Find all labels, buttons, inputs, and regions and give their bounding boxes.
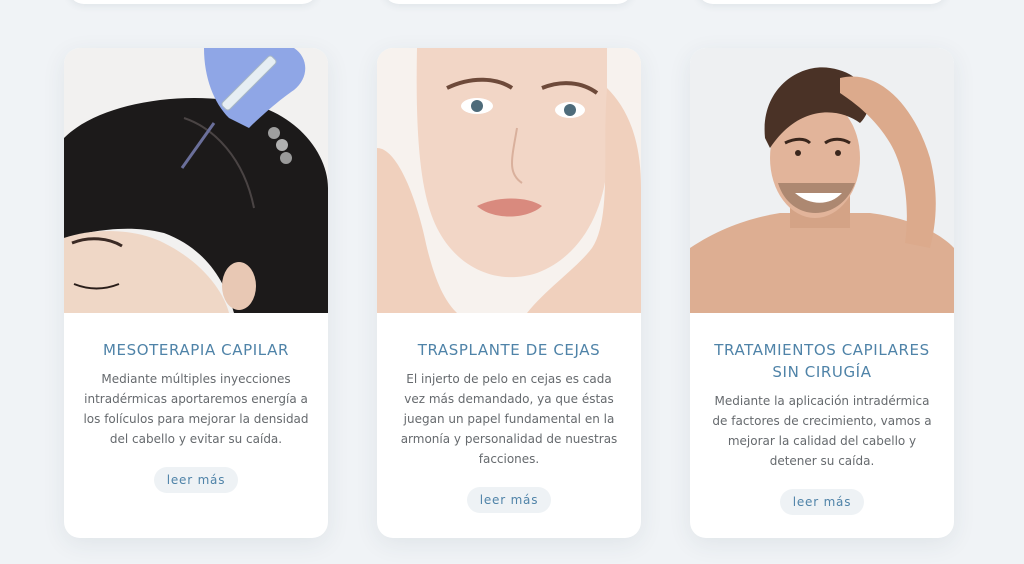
card-title: TRASPLANTE DE CEJAS <box>417 341 601 359</box>
card-description: Mediante la aplicación intradérmica de f… <box>712 394 932 468</box>
card-description: El injerto de pelo en cejas es cada vez … <box>400 372 618 466</box>
previous-card-bottom <box>68 0 318 4</box>
service-card-tratamientos-capilares: TRATAMIENTOS CAPILARES SIN CIRUGÍA Media… <box>690 48 954 538</box>
services-section: MESOTERAPIA CAPILAR Mediante múltiples i… <box>0 0 1024 564</box>
read-more-button[interactable]: leer más <box>153 467 239 493</box>
service-card-mesoterapia: MESOTERAPIA CAPILAR Mediante múltiples i… <box>64 48 328 538</box>
card-description: Mediante múltiples inyecciones intradérm… <box>83 372 309 446</box>
card-title: MESOTERAPIA CAPILAR <box>103 341 289 359</box>
mesotherapy-photo <box>64 48 328 313</box>
eyebrow-transplant-photo <box>377 48 641 313</box>
read-more-button[interactable]: leer más <box>779 489 865 515</box>
card-title: TRATAMIENTOS CAPILARES SIN CIRUGÍA <box>714 341 930 381</box>
service-card-trasplante-cejas: TRASPLANTE DE CEJAS El injerto de pelo e… <box>377 48 641 538</box>
read-more-button[interactable]: leer más <box>466 487 552 513</box>
previous-card-bottom <box>697 0 947 4</box>
previous-card-bottom <box>383 0 633 4</box>
hair-treatment-photo <box>690 48 954 313</box>
